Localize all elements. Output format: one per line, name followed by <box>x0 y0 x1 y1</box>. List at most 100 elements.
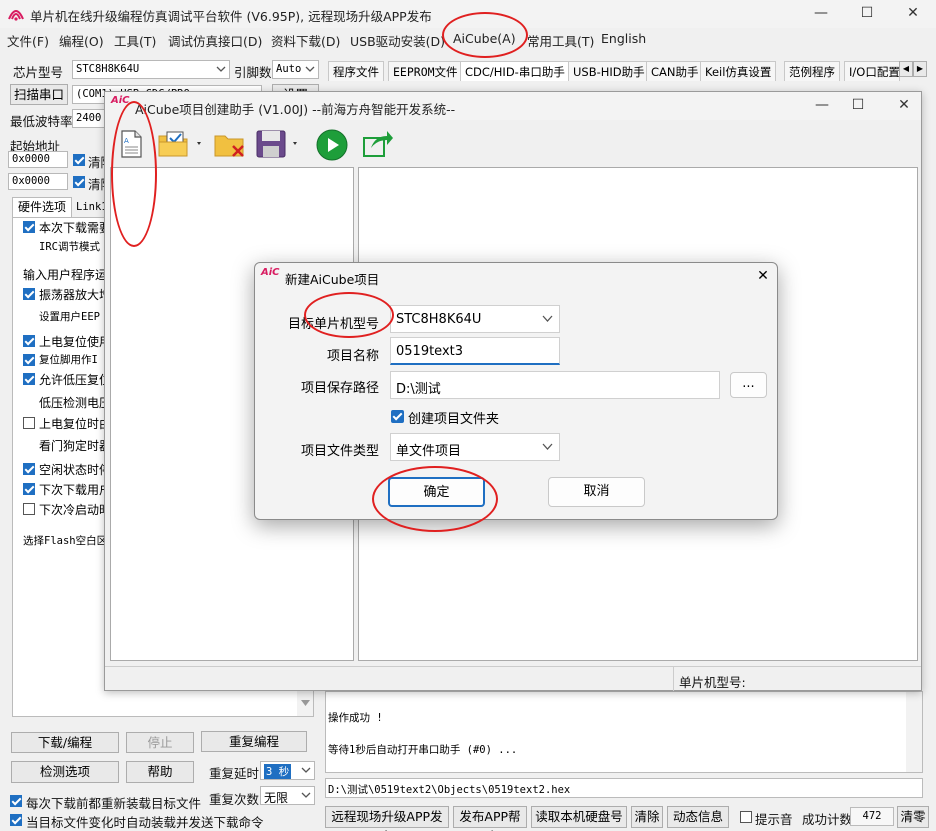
menu-english[interactable]: English <box>601 31 646 46</box>
app-logo-icon <box>8 10 24 21</box>
option-checkbox[interactable] <box>23 373 35 385</box>
option-label: IRC调节模式 <box>39 241 100 253</box>
export-button[interactable] <box>361 128 395 160</box>
close-project-button[interactable] <box>213 128 247 160</box>
start-address-input-1[interactable]: 0x0000 <box>8 151 68 168</box>
menu-debug[interactable]: 调试仿真接口(D) <box>168 31 262 50</box>
chip-model-label: 芯片型号 <box>13 65 64 80</box>
menu-downloads[interactable]: 资料下载(D) <box>271 31 340 50</box>
target-chip-select[interactable]: STC8H8K64U <box>390 305 560 333</box>
remote-publish-button[interactable]: 远程现场升级APP发布 <box>325 806 449 831</box>
chip-model-select[interactable]: STC8H8K64U <box>72 60 230 79</box>
log-line-2: 等待1秒后自动打开串口助手 (#0) ... <box>328 744 518 756</box>
tab-link1[interactable]: Link1 <box>76 201 108 213</box>
repeat-count-value: 无限 <box>264 791 289 805</box>
chevron-down-icon <box>542 443 553 450</box>
menu-tools[interactable]: 工具(T) <box>114 31 156 50</box>
tool-tabs: 程序文件 EEPROM文件 CDC/HID-串口助手 USB-HID助手 CAN… <box>328 61 908 81</box>
reset-count-button[interactable]: 清零 <box>897 806 929 828</box>
read-disk-id-button[interactable]: 读取本机硬盘号 <box>531 806 627 828</box>
chevron-down-icon <box>216 66 226 72</box>
tab-io-config[interactable]: I/O口配置 <box>844 61 900 81</box>
open-folder-icon <box>158 131 201 157</box>
minimize-button[interactable]: — <box>798 0 844 28</box>
tab-eeprom-file[interactable]: EEPROM文件 <box>388 61 463 81</box>
log-scrollbar[interactable] <box>906 692 922 772</box>
tab-scroll-left-button[interactable]: ◀ <box>899 61 913 77</box>
option-label: 输入用户程序运 <box>23 268 108 282</box>
option-checkbox[interactable] <box>23 483 35 495</box>
scan-port-button[interactable]: 扫描串口 <box>10 84 68 105</box>
option-label: 下次下载用户 <box>39 483 112 497</box>
min-baud-label: 最低波特率 <box>10 114 73 129</box>
repeat-count-select[interactable]: 无限 <box>260 786 315 805</box>
aicube-status-bar: 单片机型号: <box>105 666 921 691</box>
dialog-title: 新建AiCube项目 <box>285 272 380 287</box>
chevron-down-icon <box>542 315 553 322</box>
menu-file[interactable]: 文件(F) <box>7 31 49 50</box>
option-label: 选择Flash空白区 <box>23 535 108 547</box>
tab-scroll-right-button[interactable]: ▶ <box>913 61 927 77</box>
option-checkbox[interactable] <box>23 221 35 233</box>
create-folder-checkbox[interactable] <box>391 410 404 423</box>
clear-log-button[interactable]: 清除 <box>631 806 663 828</box>
aicube-close-button[interactable]: ✕ <box>881 92 927 120</box>
tab-program-file[interactable]: 程序文件 <box>328 61 384 81</box>
dynamic-info-button[interactable]: 动态信息 <box>667 806 729 828</box>
tab-examples[interactable]: 范例程序 <box>784 61 840 81</box>
detect-options-button[interactable]: 检测选项 <box>11 761 119 783</box>
aicube-maximize-button[interactable]: ☐ <box>835 92 881 120</box>
beep-checkbox[interactable] <box>740 811 752 823</box>
tab-hardware-options[interactable]: 硬件选项 <box>12 197 72 217</box>
repeat-delay-select[interactable]: 3 秒 <box>260 761 315 780</box>
aicube-toolbar: A <box>105 120 921 166</box>
file-type-select[interactable]: 单文件项目 <box>390 433 560 461</box>
save-project-button[interactable] <box>255 128 303 160</box>
maximize-button[interactable]: ☐ <box>844 0 890 28</box>
open-project-button[interactable] <box>157 128 205 160</box>
cancel-button[interactable]: 取消 <box>548 477 645 507</box>
tab-keil-settings[interactable]: Keil仿真设置 <box>700 61 777 81</box>
pin-count-select[interactable]: Auto <box>272 60 319 79</box>
repeat-program-button[interactable]: 重复编程 <box>201 731 307 752</box>
menu-common-tools[interactable]: 常用工具(T) <box>527 31 594 50</box>
start-address-input-2[interactable]: 0x0000 <box>8 173 68 190</box>
dialog-close-button[interactable]: ✕ <box>753 266 773 286</box>
option-checkbox[interactable] <box>23 354 35 366</box>
pin-count-value: Auto <box>276 63 302 75</box>
project-name-input[interactable]: 0519text3 <box>390 337 560 365</box>
run-button[interactable] <box>315 128 349 162</box>
download-program-button[interactable]: 下载/编程 <box>11 732 119 753</box>
option-checkbox[interactable] <box>23 503 35 515</box>
publish-help-button[interactable]: 发布APP帮助 <box>453 806 527 831</box>
option-label: 设置用户EEP <box>39 311 100 323</box>
menu-usb-driver[interactable]: USB驱动安装(D) <box>350 31 445 50</box>
option-checkbox[interactable] <box>23 417 35 429</box>
tab-can[interactable]: CAN助手 <box>646 61 704 81</box>
option-checkbox[interactable] <box>23 288 35 300</box>
browse-path-button[interactable]: ... <box>730 372 767 398</box>
option-label: 下次冷启动时 <box>39 503 112 517</box>
clear-checkbox-2[interactable] <box>73 176 85 188</box>
stop-button[interactable]: 停止 <box>126 732 194 753</box>
auto-load-checkbox[interactable] <box>10 814 22 826</box>
close-button[interactable]: ✕ <box>890 0 936 28</box>
menu-program[interactable]: 编程(O) <box>59 31 104 50</box>
option-label: 空闲状态时停 <box>39 463 112 477</box>
help-button[interactable]: 帮助 <box>126 761 194 783</box>
reload-before-download-checkbox[interactable] <box>10 795 22 807</box>
success-count-field: 472 <box>850 807 894 826</box>
dialog-logo-icon: AiC <box>261 267 280 278</box>
export-arrow-icon <box>363 131 393 157</box>
tab-usb-hid[interactable]: USB-HID助手 <box>568 61 650 81</box>
tab-cdc-hid-serial[interactable]: CDC/HID-串口助手 <box>460 61 570 81</box>
save-path-label: 项目保存路径 <box>300 381 379 396</box>
option-checkbox[interactable] <box>23 463 35 475</box>
clear-checkbox-1[interactable] <box>73 154 85 166</box>
scroll-down-icon <box>301 700 310 706</box>
file-type-label: 项目文件类型 <box>300 444 379 459</box>
save-path-input[interactable]: D:\测试 <box>390 371 720 399</box>
option-checkbox[interactable] <box>23 335 35 347</box>
log-line-1: 操作成功 ! <box>328 712 383 724</box>
option-label: 看门狗定时器 <box>39 439 112 453</box>
